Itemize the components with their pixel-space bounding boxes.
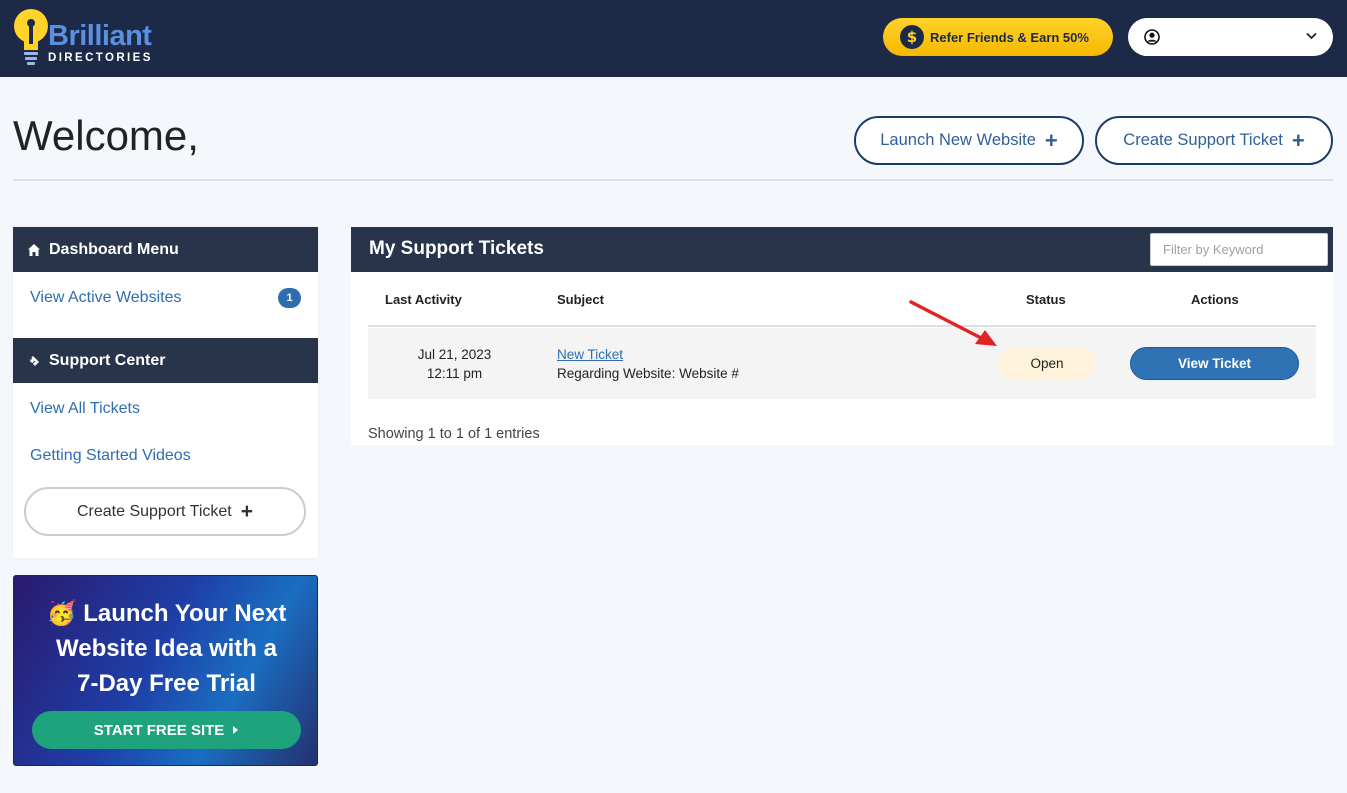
top-bar: Brilliant DIRECTORIES $ Refer Friends & … [0, 0, 1347, 77]
support-center-title: Support Center [49, 351, 166, 369]
user-avatar-icon [1144, 29, 1160, 45]
dashboard-menu-heading: Dashboard Menu [13, 227, 318, 272]
caret-right-icon [233, 726, 239, 734]
last-activity-date: Jul 21, 2023 [417, 347, 492, 362]
free-trial-promo-banner[interactable]: 🥳 Launch Your Next Website Idea with a 7… [13, 575, 318, 766]
red-arrow-annotation-icon [909, 300, 997, 346]
promo-line-2: Website Idea with a [56, 635, 277, 662]
ticket-regarding-text: Regarding Website: Website # [557, 366, 739, 381]
sidebar: Dashboard Menu View Active Websites 1 Su… [13, 227, 318, 558]
tickets-table-header: Last Activity Subject Status Actions [368, 272, 1316, 327]
support-tickets-header: My Support Tickets [351, 227, 1333, 272]
sidebar-create-support-ticket-button[interactable]: Create Support Ticket + [24, 487, 306, 536]
header-divider [13, 179, 1333, 181]
promo-line-3: 7-Day Free Trial [77, 670, 256, 697]
plus-icon: + [1291, 127, 1305, 153]
column-header-actions: Actions [1191, 292, 1239, 307]
refer-friends-button[interactable]: $ Refer Friends & Earn 50% [883, 18, 1113, 56]
lightbulb-icon [14, 9, 48, 65]
sidebar-item-label: Getting Started Videos [30, 446, 191, 464]
promo-headline: 🥳 Launch Your Next Website Idea with a 7… [14, 596, 319, 701]
dashboard-menu-title: Dashboard Menu [49, 240, 179, 258]
promo-line-1: 🥳 Launch Your Next [46, 600, 287, 627]
user-account-dropdown[interactable] [1128, 18, 1333, 56]
chevron-down-icon [1306, 32, 1317, 40]
page-title: Welcome, [13, 112, 199, 159]
table-row: Jul 21, 2023 12:11 pm New Ticket Regardi… [368, 328, 1316, 399]
sidebar-item-view-all-tickets[interactable]: View All Tickets [13, 385, 318, 432]
subject-cell: New Ticket Regarding Website: Website # [557, 345, 739, 383]
sidebar-item-view-active-websites[interactable]: View Active Websites 1 [13, 274, 318, 321]
view-ticket-button[interactable]: View Ticket [1130, 347, 1299, 380]
column-header-subject[interactable]: Subject [557, 292, 604, 307]
sidebar-create-ticket-label: Create Support Ticket [76, 502, 232, 520]
status-badge: Open [998, 347, 1096, 379]
ticket-icon [27, 355, 39, 366]
support-center-heading: Support Center [13, 338, 318, 383]
plus-icon: + [1044, 127, 1058, 153]
home-icon [28, 243, 40, 256]
active-websites-count-badge: 1 [278, 288, 301, 308]
sidebar-item-getting-started-videos[interactable]: Getting Started Videos [13, 432, 318, 479]
refer-friends-label: Refer Friends & Earn 50% [930, 29, 1089, 45]
dollar-coin-icon: $ [900, 25, 924, 49]
create-support-ticket-label: Create Support Ticket [1123, 131, 1283, 149]
logo-subtitle: DIRECTORIES [48, 52, 153, 64]
launch-new-website-button[interactable]: Launch New Website + [854, 116, 1084, 165]
table-entries-info: Showing 1 to 1 of 1 entries [368, 426, 540, 442]
support-tickets-title: My Support Tickets [369, 238, 544, 259]
logo-wordmark: Brilliant [48, 20, 152, 52]
support-tickets-panel: My Support Tickets Last Activity Subject… [351, 227, 1333, 445]
brilliant-directories-logo[interactable]: Brilliant DIRECTORIES [12, 8, 162, 68]
last-activity-cell: Jul 21, 2023 12:11 pm [368, 345, 541, 383]
start-free-site-button[interactable]: START FREE SITE [32, 711, 301, 749]
sidebar-item-label: View All Tickets [30, 399, 140, 417]
sidebar-item-label: View Active Websites [30, 288, 182, 306]
plus-icon: + [240, 500, 253, 523]
filter-keyword-input[interactable] [1150, 233, 1328, 266]
column-header-status[interactable]: Status [1026, 292, 1066, 307]
column-header-last-activity[interactable]: Last Activity [385, 292, 462, 307]
create-support-ticket-button[interactable]: Create Support Ticket + [1095, 116, 1333, 165]
start-free-site-label: START FREE SITE [93, 721, 225, 739]
launch-new-website-label: Launch New Website [880, 131, 1036, 149]
ticket-subject-link[interactable]: New Ticket [557, 345, 739, 364]
last-activity-time: 12:11 pm [426, 366, 483, 381]
